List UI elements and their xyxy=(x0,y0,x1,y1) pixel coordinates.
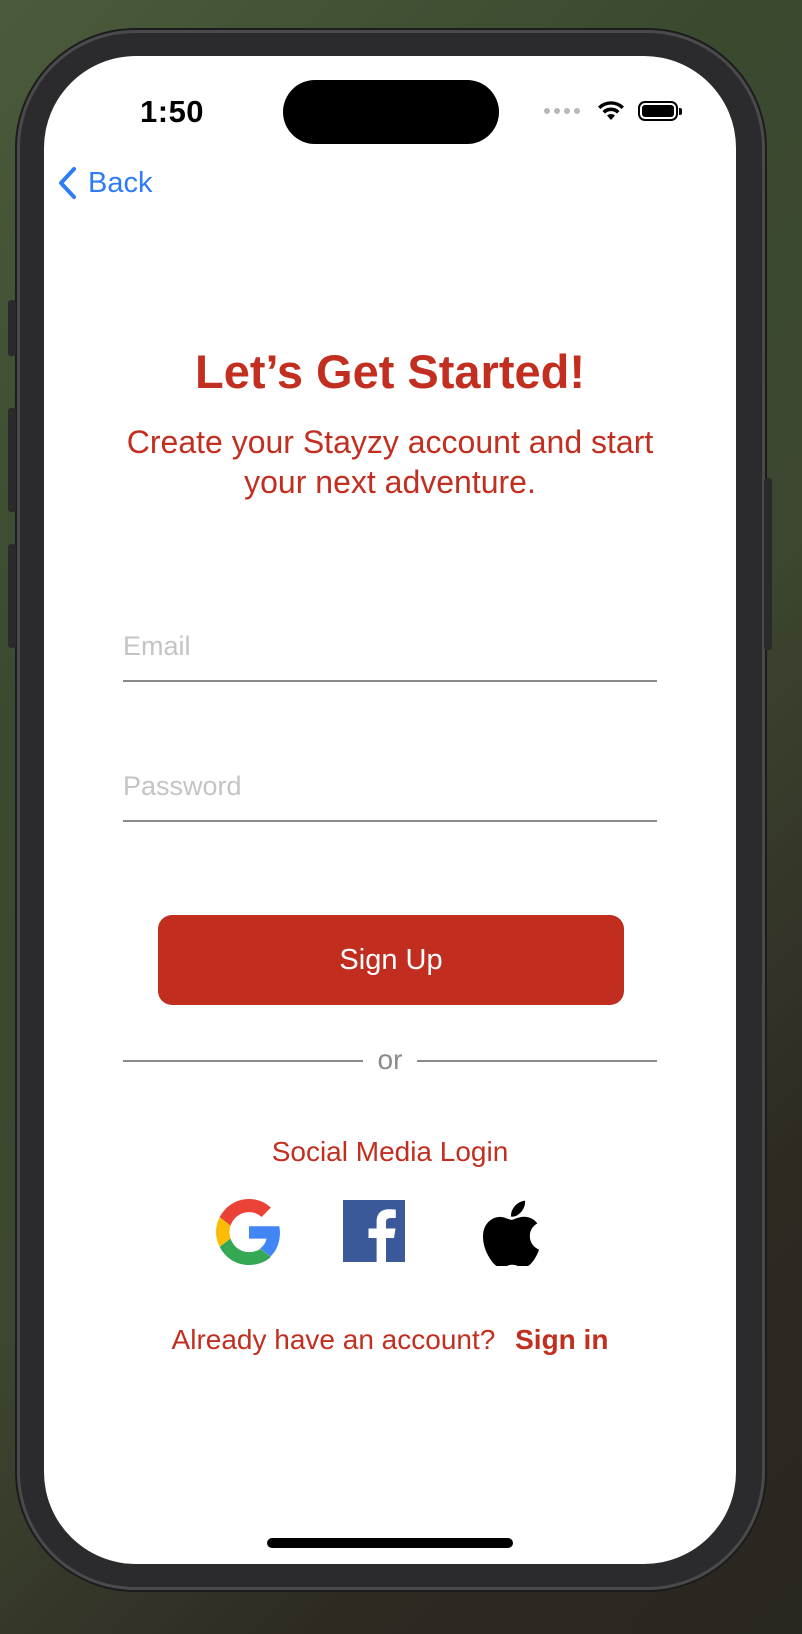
password-underline xyxy=(123,820,657,822)
password-field[interactable] xyxy=(123,766,657,806)
facebook-icon[interactable] xyxy=(343,1200,405,1262)
or-divider: or xyxy=(123,1044,657,1076)
battery-icon xyxy=(638,101,682,121)
email-underline xyxy=(123,680,657,682)
home-indicator xyxy=(267,1538,513,1548)
wifi-icon xyxy=(598,101,624,120)
social-login-label: Social Media Login xyxy=(271,1136,509,1167)
status-time: 1:50 xyxy=(140,94,205,129)
page-subtitle: Create your Stayzy account and start you… xyxy=(126,424,654,500)
back-label: Back xyxy=(88,166,153,199)
sign-up-button[interactable]: Sign Up xyxy=(158,915,624,1005)
app-screen: 1:50 Back Let’s Get Started! Create your… xyxy=(44,56,736,1564)
sign-in-prompt-text: Already have an account? xyxy=(171,1324,496,1355)
sign-in-prompt: Already have an account? Sign in xyxy=(44,1324,736,1356)
power-button xyxy=(764,478,772,650)
mute-switch xyxy=(8,300,16,356)
password-field-container xyxy=(123,766,657,822)
page-title: Let’s Get Started! xyxy=(195,345,585,398)
volume-down-button xyxy=(8,544,16,648)
google-icon[interactable] xyxy=(216,1199,282,1265)
divider-line-right xyxy=(417,1060,657,1062)
dynamic-island xyxy=(283,80,499,144)
cellular-signal-icon xyxy=(544,108,580,114)
status-icons xyxy=(544,100,682,122)
sign-in-link[interactable]: Sign in xyxy=(515,1324,608,1355)
email-field-container xyxy=(123,626,657,682)
email-field[interactable] xyxy=(123,626,657,666)
volume-up-button xyxy=(8,408,16,512)
status-bar: 1:50 xyxy=(44,56,736,166)
apple-icon[interactable] xyxy=(481,1196,541,1266)
back-button[interactable]: Back xyxy=(58,166,152,200)
chevron-left-icon xyxy=(59,167,76,199)
